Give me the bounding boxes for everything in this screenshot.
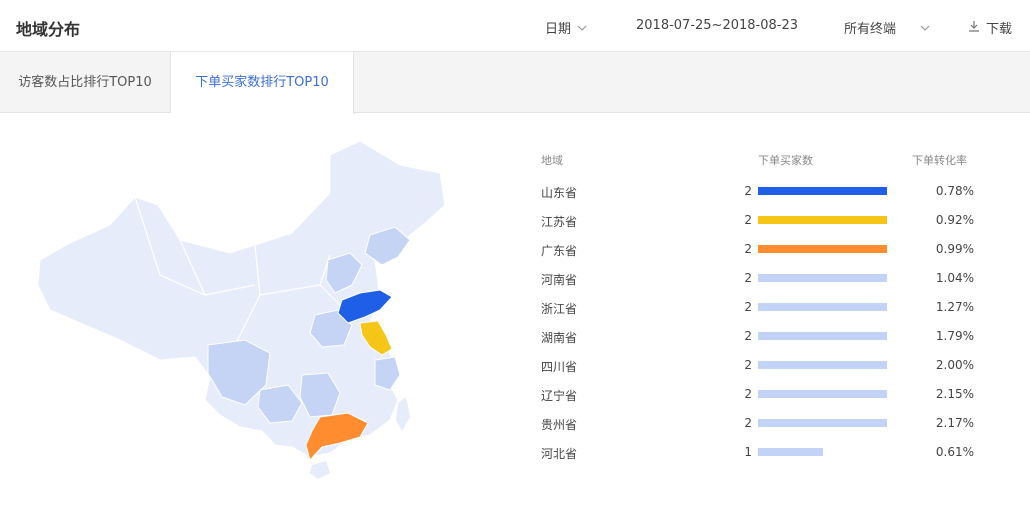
ranking-conversion-rate: 1.27% — [935, 300, 974, 314]
ranking-conversion-rate: 2.15% — [935, 387, 974, 401]
ranking-conversion-rate: 1.79% — [935, 329, 974, 343]
column-header-region: 地域 — [541, 154, 563, 167]
ranking-conversion-rate: 2.00% — [935, 358, 974, 372]
download-label: 下载 — [986, 22, 1013, 37]
ranking-conversion-rate: 0.61% — [935, 445, 974, 459]
ranking-region-name: 贵州省 — [541, 418, 578, 432]
ranking-region-name: 山东省 — [541, 186, 578, 200]
map-region-zhejiang[interactable] — [374, 356, 401, 391]
ranking-buyers-value: 2 — [744, 329, 752, 343]
ranking-bar — [758, 448, 823, 456]
ranking-buyers-value: 2 — [744, 213, 752, 227]
column-header-buyers: 下单买家数 — [758, 154, 813, 167]
ranking-conversion-rate: 0.99% — [935, 242, 974, 256]
ranking-bar — [758, 361, 887, 369]
chevron-down-icon — [577, 24, 587, 32]
date-dropdown[interactable]: 日期 — [545, 18, 587, 37]
terminal-label: 所有终端 — [844, 22, 897, 37]
ranking-buyers-value: 2 — [744, 271, 752, 285]
ranking-bar — [758, 390, 887, 398]
ranking-region-name: 浙江省 — [541, 302, 578, 316]
ranking-bar — [758, 303, 887, 311]
ranking-buyers-value: 1 — [744, 445, 752, 459]
download-button[interactable]: 下载 — [968, 18, 1012, 37]
ranking-bar — [758, 419, 887, 427]
ranking-buyers-value: 2 — [744, 358, 752, 372]
download-icon — [968, 20, 980, 36]
tab-visitor-share-top10[interactable]: 访客数占比排行TOP10 — [0, 52, 171, 113]
tab-order-buyers-top10[interactable]: 下单买家数排行TOP10 — [171, 52, 354, 114]
date-label: 日期 — [545, 22, 572, 37]
chevron-down-icon — [920, 24, 930, 32]
ranking-region-name: 四川省 — [541, 360, 578, 374]
column-header-rate: 下单转化率 — [912, 154, 967, 167]
ranking-bar — [758, 245, 887, 253]
ranking-conversion-rate: 2.17% — [935, 416, 974, 430]
tab-bar: 访客数占比排行TOP10 下单买家数排行TOP10 — [0, 52, 1030, 114]
ranking-region-name: 江苏省 — [541, 215, 578, 229]
panel-header: 地域分布 日期 2018-07-25~2018-08-23 所有终端 下载 — [0, 0, 1030, 52]
ranking-conversion-rate: 1.04% — [935, 271, 974, 285]
ranking-bar — [758, 187, 887, 195]
ranking-conversion-rate: 0.92% — [935, 213, 974, 227]
ranking-region-name: 湖南省 — [541, 331, 578, 345]
map-base — [37, 140, 446, 479]
ranking-bar — [758, 332, 887, 340]
china-map — [37, 140, 446, 479]
date-range[interactable]: 2018-07-25~2018-08-23 — [636, 18, 798, 33]
ranking-region-name: 河南省 — [541, 273, 578, 287]
ranking-conversion-rate: 0.78% — [935, 184, 974, 198]
map-region-taiwan[interactable] — [396, 397, 410, 431]
map-region-hainan[interactable] — [310, 461, 330, 479]
ranking-bar — [758, 274, 887, 282]
ranking-buyers-value: 2 — [744, 242, 752, 256]
ranking-buyers-value: 2 — [744, 184, 752, 198]
ranking-buyers-value: 2 — [744, 300, 752, 314]
panel-title: 地域分布 — [16, 20, 81, 39]
date-range-text: 2018-07-25~2018-08-23 — [636, 18, 798, 33]
ranking-bar — [758, 216, 887, 224]
ranking-region-name: 河北省 — [541, 447, 578, 461]
ranking-buyers-value: 2 — [744, 387, 752, 401]
terminal-dropdown[interactable]: 所有终端 — [844, 18, 930, 37]
ranking-region-name: 辽宁省 — [541, 389, 578, 403]
ranking-region-name: 广东省 — [541, 244, 578, 258]
ranking-buyers-value: 2 — [744, 416, 752, 430]
